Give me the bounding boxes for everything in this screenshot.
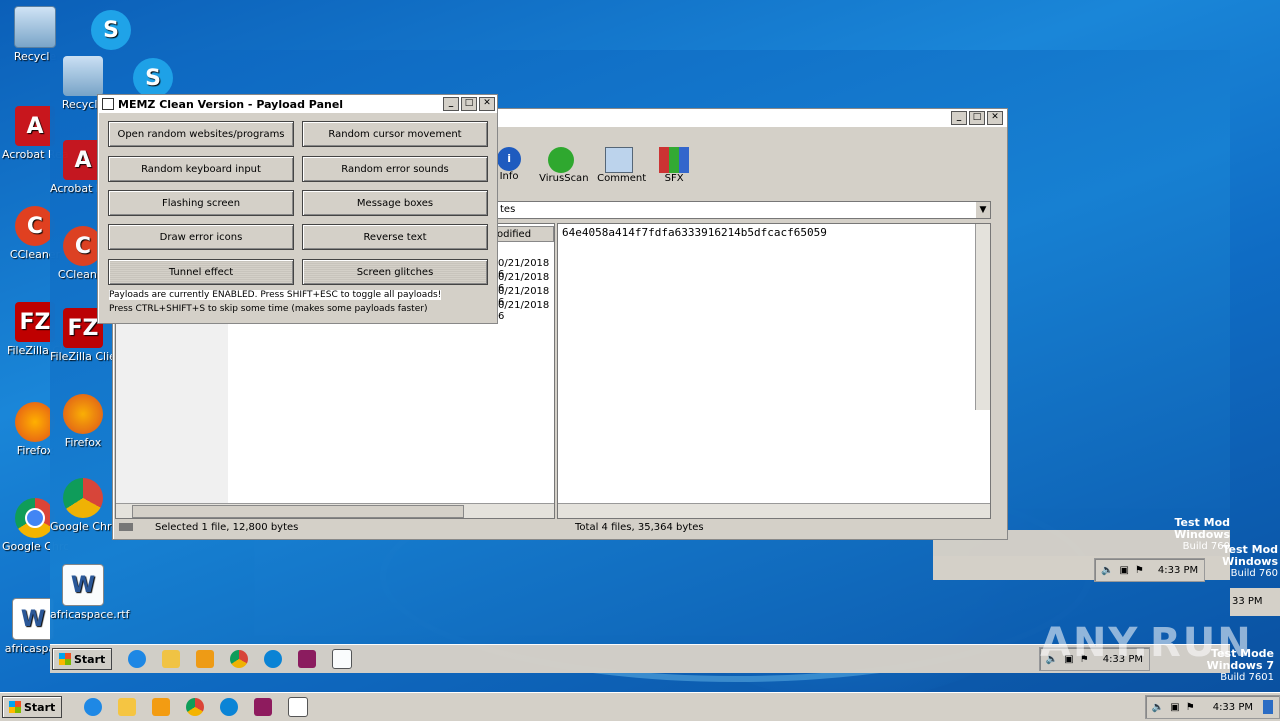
chrome-icon [63, 478, 103, 518]
media-player-icon[interactable] [152, 698, 171, 716]
acrobat-icon: A [15, 106, 55, 146]
vertical-scrollbar[interactable] [975, 224, 990, 410]
ghost-icon-chrome: Google Chrome [50, 478, 116, 533]
payload-button-tunnel[interactable]: Tunnel effect [108, 259, 294, 285]
column-header-modified[interactable]: odified [492, 226, 554, 242]
status-bar: Selected 1 file, 12,800 bytes Total 4 fi… [113, 519, 933, 537]
memz-icon[interactable] [288, 697, 309, 717]
system-tray: 🔈 ▣ ⚑ 4:33 PM [1144, 695, 1280, 719]
ie-icon[interactable] [84, 698, 103, 716]
winrar-icon [298, 650, 317, 668]
media-player-icon [196, 650, 215, 668]
payload-button-reverse-text[interactable]: Reverse text [302, 224, 488, 250]
comment-icon [605, 147, 634, 173]
upper-ghost-tray: 🔈 ▣ ⚑ 4:33 PM [1094, 558, 1206, 582]
windows-flag-icon [9, 701, 21, 713]
payload-button-flashing[interactable]: Flashing screen [108, 190, 294, 216]
drive-icon [119, 523, 133, 531]
network-icon[interactable]: ▣ [1170, 702, 1179, 713]
payload-titlebar[interactable]: MEMZ Clean Version - Payload Panel _ □ ✕ [98, 95, 497, 113]
recycle-bin-icon [63, 56, 103, 96]
edge-icon [264, 650, 283, 668]
windows-flag-icon [59, 653, 71, 665]
minimize-button[interactable]: _ [443, 97, 459, 111]
payload-button-open-websites[interactable]: Open random websites/programs [108, 121, 294, 147]
virusscan-button[interactable]: VirusScan [539, 147, 589, 197]
maximize-button[interactable]: □ [969, 111, 985, 125]
app-icon [102, 98, 114, 110]
chrome-icon [15, 498, 55, 538]
show-desktop-icon[interactable] [1263, 700, 1273, 714]
comment-pane[interactable]: 64e4058a414f7fdfa6333916214b5dfcacf65059 [557, 223, 991, 519]
edge-gray-strip: 33 PM [1230, 588, 1280, 616]
archive-toolbar: i Info VirusScan Comment SFX [493, 147, 693, 197]
ghost-icon-africaspace: W africaspace.rtf [50, 564, 180, 621]
winrar-icon[interactable] [254, 698, 273, 716]
payload-button-error-sounds[interactable]: Random error sounds [302, 156, 488, 182]
folder-icon[interactable] [118, 698, 137, 716]
firefox-icon [63, 394, 103, 434]
address-bar[interactable]: tes ▼ [493, 201, 991, 219]
recycle-bin-icon [14, 6, 56, 48]
ghost-icon-firefox: Firefox [50, 394, 116, 449]
flag-icon[interactable]: ⚑ [1186, 702, 1195, 713]
status-line-1: Payloads are currently ENABLED. Press SH… [109, 290, 442, 300]
payload-button-message-boxes[interactable]: Message boxes [302, 190, 488, 216]
sfx-icon [659, 147, 690, 173]
filezilla-icon: FZ [15, 302, 55, 342]
status-selected: Selected 1 file, 12,800 bytes [155, 522, 299, 533]
comment-button[interactable]: Comment [597, 147, 646, 197]
folder-icon [162, 650, 181, 668]
payload-panel-window[interactable]: MEMZ Clean Version - Payload Panel _ □ ✕… [97, 94, 498, 324]
scroll-thumb[interactable] [132, 505, 464, 518]
word-document-icon: W [62, 564, 104, 606]
skype-icon: S [133, 58, 173, 98]
status-line-2: Press CTRL+SHIFT+S to skip some time (ma… [109, 304, 428, 314]
start-button[interactable]: Start [2, 696, 63, 718]
flag-icon: ⚑ [1134, 564, 1144, 576]
chrome-icon[interactable] [186, 698, 205, 716]
dropdown-arrow-icon[interactable]: ▼ [976, 202, 990, 218]
virusscan-icon [548, 147, 575, 173]
sfx-button[interactable]: SFX [655, 147, 693, 197]
minimize-button[interactable]: _ [951, 111, 967, 125]
ie-icon [128, 650, 147, 668]
speaker-icon: 🔈 [1101, 564, 1114, 576]
ghost-start-button: Start [52, 648, 113, 670]
chrome-icon [230, 650, 249, 668]
clock[interactable]: 4:33 PM [1213, 702, 1253, 713]
payload-button-cursor[interactable]: Random cursor movement [302, 121, 488, 147]
horizontal-scrollbar[interactable] [116, 503, 554, 518]
memz-icon [332, 649, 353, 669]
edge-icon[interactable] [220, 698, 239, 716]
word-document-icon: W [12, 598, 54, 640]
payload-button-glitches[interactable]: Screen glitches [302, 259, 488, 285]
hash-text: 64e4058a414f7fdfa6333916214b5dfcacf65059 [562, 226, 827, 239]
maximize-button[interactable]: □ [461, 97, 477, 111]
payload-button-error-icons[interactable]: Draw error icons [108, 224, 294, 250]
speaker-icon[interactable]: 🔈 [1152, 702, 1164, 713]
taskbar: Start 🔈 ▣ ⚑ 4:33 PM [0, 692, 1280, 721]
test-mode-watermark-2: Test Mod Windows Build 760 [1222, 543, 1278, 580]
date-cell: 0/21/2018 6 [498, 300, 550, 322]
info-icon: i [497, 147, 522, 171]
anyrun-watermark: ANY.RUN [1040, 620, 1253, 666]
close-button[interactable]: ✕ [479, 97, 495, 111]
status-total: Total 4 files, 35,364 bytes [575, 522, 704, 533]
firefox-icon [15, 402, 55, 442]
comment-h-scrollbar[interactable] [558, 503, 990, 518]
desktop-icon-skype[interactable]: S [78, 10, 144, 52]
ccleaner-icon: C [15, 206, 55, 246]
skype-icon: S [91, 10, 131, 50]
close-button[interactable]: ✕ [987, 111, 1003, 125]
payload-button-keyboard[interactable]: Random keyboard input [108, 156, 294, 182]
network-icon: ▣ [1119, 564, 1129, 576]
